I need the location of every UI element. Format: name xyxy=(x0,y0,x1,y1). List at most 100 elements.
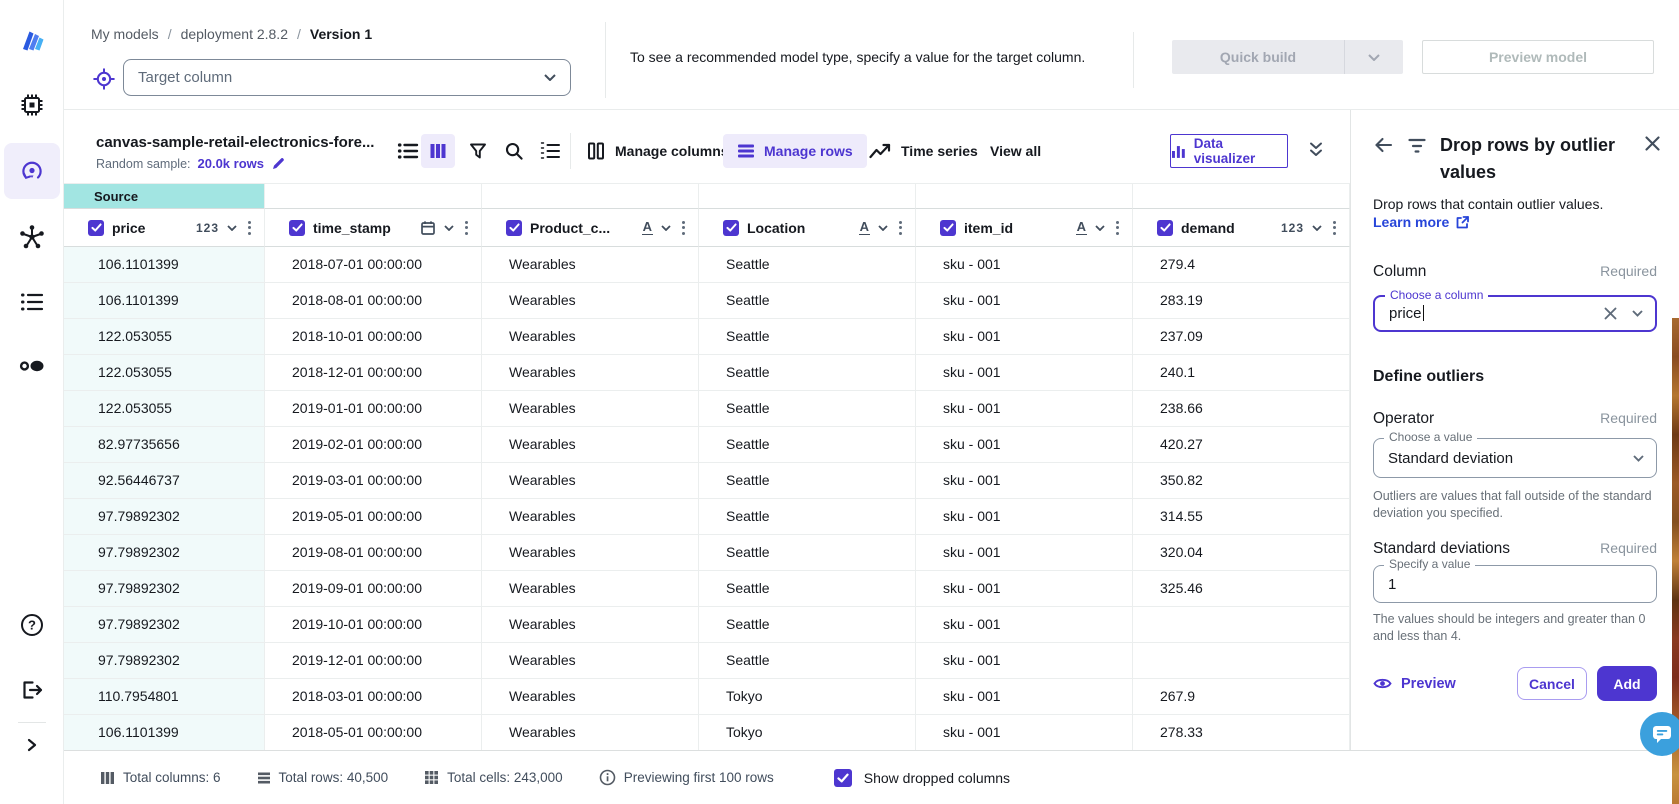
chevron-down-icon[interactable] xyxy=(878,225,888,231)
data-visualizer-button[interactable]: Data visualizer xyxy=(1170,134,1288,168)
cancel-button[interactable]: Cancel xyxy=(1517,667,1587,700)
table-cell: 2019-10-01 00:00:00 xyxy=(265,607,482,643)
source-badge: Source xyxy=(64,184,265,209)
table-cell: 106.1101399 xyxy=(64,247,265,283)
std-value-input[interactable]: Specify a value 1 xyxy=(1373,565,1657,603)
table-row: 106.11013992018-07-01 00:00:00WearablesS… xyxy=(64,247,1350,283)
chevron-down-icon[interactable] xyxy=(227,225,237,231)
std-help-text: The values should be integers and greate… xyxy=(1373,611,1661,645)
predictions-nav-icon[interactable] xyxy=(18,158,45,185)
quick-build-button[interactable]: Quick build xyxy=(1172,40,1403,74)
double-chevron-down-icon[interactable] xyxy=(1308,141,1324,158)
help-icon[interactable]: ? xyxy=(19,612,45,638)
table-cell: 97.79892302 xyxy=(64,535,265,571)
numbered-list-icon[interactable] xyxy=(538,139,562,163)
table-cell: 2019-12-01 00:00:00 xyxy=(265,643,482,679)
status-bar: Total columns: 6 Total rows: 40,500 Tota… xyxy=(64,750,1679,804)
column-view-icon[interactable] xyxy=(421,134,455,168)
edit-pencil-icon[interactable] xyxy=(271,156,286,171)
sidebar: ? xyxy=(0,0,64,804)
logout-icon[interactable] xyxy=(19,677,45,703)
table-cell: Seattle xyxy=(699,571,916,607)
column-checkbox[interactable] xyxy=(506,220,522,236)
table-cell: sku - 001 xyxy=(916,535,1133,571)
preview-model-button[interactable]: Preview model xyxy=(1422,40,1654,74)
column-checkbox[interactable] xyxy=(289,220,305,236)
view-all-button[interactable]: View all xyxy=(990,134,1041,168)
column-menu-icon[interactable] xyxy=(462,217,471,239)
column-checkbox[interactable] xyxy=(940,220,956,236)
target-column-select[interactable]: Target column xyxy=(123,59,571,96)
column-checkbox[interactable] xyxy=(1157,220,1173,236)
info-icon[interactable] xyxy=(599,769,616,786)
table-cell: 325.46 xyxy=(1133,571,1350,607)
table-cell xyxy=(1133,607,1350,643)
column-header-price: price 123 xyxy=(64,209,265,247)
data-visualizer-label: Data visualizer xyxy=(1194,136,1287,166)
table-cell: sku - 001 xyxy=(916,607,1133,643)
sample-rows-link[interactable]: 20.0k rows xyxy=(198,156,265,171)
column-menu-icon[interactable] xyxy=(1330,217,1339,239)
column-checkbox[interactable] xyxy=(723,220,739,236)
table-row: 82.977356562019-02-01 00:00:00WearablesS… xyxy=(64,427,1350,463)
std-value: 1 xyxy=(1388,576,1644,593)
quick-build-label: Quick build xyxy=(1172,40,1345,74)
column-menu-icon[interactable] xyxy=(896,217,905,239)
show-dropped-columns[interactable]: Show dropped columns xyxy=(834,769,1010,787)
filter-funnel-icon[interactable] xyxy=(466,139,490,163)
clear-x-icon[interactable] xyxy=(1604,307,1617,320)
table-cell: 2019-05-01 00:00:00 xyxy=(265,499,482,535)
chevron-down-icon[interactable] xyxy=(1312,225,1322,231)
total-columns: Total columns: 6 xyxy=(100,770,221,785)
manage-rows-button[interactable]: Manage rows xyxy=(723,134,867,168)
time-series-button[interactable]: Time series xyxy=(868,134,978,168)
table-cell: 2019-09-01 00:00:00 xyxy=(265,571,482,607)
table-row: 110.79548012018-03-01 00:00:00WearablesT… xyxy=(64,679,1350,715)
list-view-icon[interactable] xyxy=(396,139,420,163)
header-divider xyxy=(1133,32,1134,88)
breadcrumb-separator: / xyxy=(297,26,301,42)
quick-build-caret[interactable] xyxy=(1345,40,1403,74)
close-icon[interactable] xyxy=(1644,135,1661,152)
column-menu-icon[interactable] xyxy=(679,217,688,239)
chevron-down-icon[interactable] xyxy=(1633,455,1644,462)
column-menu-icon[interactable] xyxy=(245,217,254,239)
connections-nav-icon[interactable] xyxy=(19,224,45,250)
text-type-icon: A xyxy=(642,220,653,235)
operator-select[interactable]: Choose a value Standard deviation xyxy=(1373,438,1657,478)
chat-bubble-button[interactable] xyxy=(1640,712,1679,756)
table-row: 122.0530552019-01-01 00:00:00WearablesSe… xyxy=(64,391,1350,427)
table-cell: sku - 001 xyxy=(916,643,1133,679)
datasets-nav-icon[interactable] xyxy=(18,354,46,378)
chevron-down-icon[interactable] xyxy=(444,225,454,231)
chevron-down-icon xyxy=(544,74,556,81)
list-nav-icon[interactable] xyxy=(19,290,45,314)
table-row: 97.798923022019-12-01 00:00:00WearablesS… xyxy=(64,643,1350,679)
total-rows: Total rows: 40,500 xyxy=(257,770,389,785)
previewing-info: Previewing first 100 rows xyxy=(599,769,774,786)
add-button[interactable]: Add xyxy=(1597,666,1657,701)
choose-column-combobox[interactable]: Choose a column price xyxy=(1373,295,1657,332)
chevron-down-icon[interactable] xyxy=(1632,310,1643,317)
expand-sidebar-chevron-icon[interactable] xyxy=(24,737,40,753)
table-header-row: price 123 time_stamp xyxy=(64,209,1350,247)
show-dropped-checkbox[interactable] xyxy=(834,769,852,787)
table-row: 106.11013992018-08-01 00:00:00WearablesS… xyxy=(64,283,1350,319)
chevron-down-icon[interactable] xyxy=(1095,225,1105,231)
search-icon[interactable] xyxy=(502,139,526,163)
table-cell: Seattle xyxy=(699,427,916,463)
table-cell: sku - 001 xyxy=(916,247,1133,283)
processor-nav-icon[interactable] xyxy=(19,92,45,118)
table-cell: Seattle xyxy=(699,463,916,499)
learn-more-link[interactable]: Learn more xyxy=(1373,214,1470,230)
back-arrow-icon[interactable] xyxy=(1373,135,1394,155)
table-cell: Seattle xyxy=(699,391,916,427)
manage-columns-button[interactable]: Manage columns xyxy=(586,134,729,168)
breadcrumb-deployment[interactable]: deployment 2.8.2 xyxy=(181,26,288,42)
preview-button[interactable]: Preview xyxy=(1373,676,1456,692)
column-checkbox[interactable] xyxy=(88,220,104,236)
breadcrumb-my-models[interactable]: My models xyxy=(91,26,159,42)
column-menu-icon[interactable] xyxy=(1113,217,1122,239)
table-cell: Wearables xyxy=(482,535,699,571)
chevron-down-icon[interactable] xyxy=(661,225,671,231)
